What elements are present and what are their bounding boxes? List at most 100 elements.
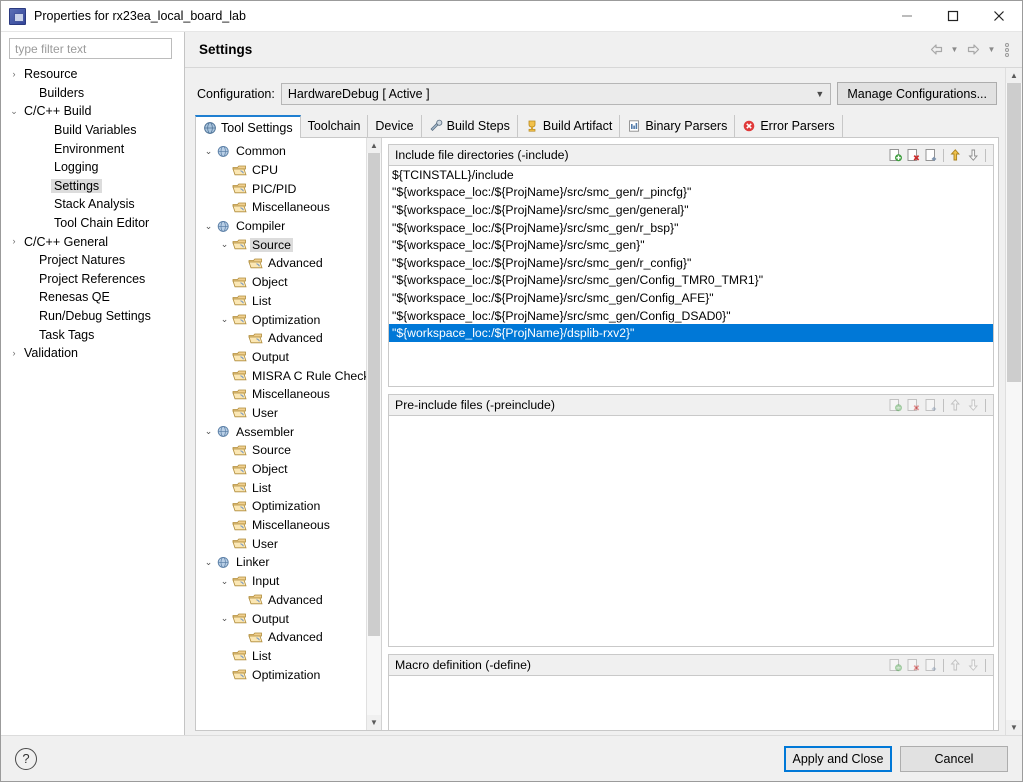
chevron-right-icon[interactable]: › (7, 69, 21, 79)
sidebar-item-stack-analysis[interactable]: Stack Analysis (1, 195, 184, 214)
page-scroll-down-icon[interactable]: ▼ (1006, 720, 1022, 735)
chevron-down-icon[interactable]: ⌄ (202, 146, 215, 157)
chevron-down-icon[interactable]: ⌄ (218, 314, 231, 325)
tool-tree-item-output[interactable]: Output (196, 348, 366, 367)
page-scroll-track[interactable] (1006, 83, 1022, 720)
sidebar-item-environment[interactable]: Environment (1, 139, 184, 158)
help-icon[interactable]: ? (15, 747, 37, 770)
apply-and-close-button[interactable]: Apply and Close (784, 745, 892, 772)
list-item[interactable]: ${TCINSTALL}/include (389, 166, 993, 184)
chevron-down-icon[interactable]: ⌄ (218, 239, 231, 250)
list-item[interactable]: "${workspace_loc:/${ProjName}/src/smc_ge… (389, 289, 993, 307)
scroll-down-icon[interactable]: ▼ (367, 715, 381, 730)
chevron-right-icon[interactable]: › (7, 237, 21, 246)
tool-tree-item-assembler[interactable]: ⌄ Assembler (196, 422, 366, 441)
add-icon[interactable] (888, 148, 903, 162)
tool-tree-item-advanced[interactable]: Advanced (196, 591, 366, 610)
sidebar-item-validation[interactable]: › Validation (1, 344, 184, 363)
tool-tree-item-source[interactable]: ⌄ Source (196, 235, 366, 254)
sidebar-item-logging[interactable]: Logging (1, 158, 184, 177)
tool-tree-item-list[interactable]: List (196, 478, 366, 497)
tool-tree-scrollbar[interactable]: ▲ ▼ (366, 138, 381, 730)
tool-tree-item-miscellaneous[interactable]: Miscellaneous (196, 198, 366, 217)
cancel-button[interactable]: Cancel (900, 745, 1008, 772)
close-button[interactable] (976, 1, 1022, 32)
option-list[interactable] (388, 416, 994, 647)
list-item[interactable]: "${workspace_loc:/${ProjName}/src/smc_ge… (389, 236, 993, 254)
option-list[interactable] (388, 676, 994, 730)
sidebar-item-renesas-qe[interactable]: Renesas QE (1, 288, 184, 307)
tool-tree-item-user[interactable]: User (196, 534, 366, 553)
tool-tree-item-miscellaneous[interactable]: Miscellaneous (196, 385, 366, 404)
tab-toolchain[interactable]: Toolchain (301, 115, 369, 137)
chevron-down-icon[interactable]: ⌄ (202, 221, 215, 232)
sidebar-item-run-debug-settings[interactable]: Run/Debug Settings (1, 307, 184, 326)
tool-tree-item-list[interactable]: List (196, 647, 366, 666)
list-item[interactable]: "${workspace_loc:/${ProjName}/src/smc_ge… (389, 201, 993, 219)
tool-tree-item-compiler[interactable]: ⌄ Compiler (196, 217, 366, 236)
sidebar-item-project-references[interactable]: Project References (1, 270, 184, 289)
chevron-down-icon[interactable]: ⌄ (218, 613, 231, 624)
page-scroll-up-icon[interactable]: ▲ (1006, 68, 1022, 83)
tool-tree[interactable]: ⌄ Common CPU PIC/PID Miscellaneous ⌄ Compiler ⌄… (196, 138, 366, 730)
sidebar-item-project-natures[interactable]: Project Natures (1, 251, 184, 270)
tab-binary-parsers[interactable]: Binary Parsers (620, 115, 736, 137)
list-item[interactable]: "${workspace_loc:/${ProjName}/src/smc_ge… (389, 219, 993, 237)
back-arrow-icon[interactable] (926, 40, 946, 60)
chevron-down-icon[interactable]: ⌄ (202, 557, 215, 568)
tool-tree-item-optimization[interactable]: Optimization (196, 665, 366, 684)
sidebar-item-builders[interactable]: Builders (1, 84, 184, 103)
minimize-button[interactable] (884, 1, 930, 32)
tool-tree-item-object[interactable]: Object (196, 273, 366, 292)
maximize-button[interactable] (930, 1, 976, 32)
forward-arrow-icon[interactable] (963, 40, 983, 60)
tool-tree-item-source[interactable]: Source (196, 441, 366, 460)
tool-tree-item-misra-c-rule-check[interactable]: MISRA C Rule Check (196, 366, 366, 385)
search-input[interactable] (9, 38, 172, 59)
tool-tree-item-linker[interactable]: ⌄ Linker (196, 553, 366, 572)
scroll-track[interactable] (367, 153, 381, 715)
list-item[interactable]: "${workspace_loc:/${ProjName}/dsplib-rxv… (389, 324, 993, 342)
list-item[interactable]: "${workspace_loc:/${ProjName}/src/smc_ge… (389, 307, 993, 325)
tool-tree-item-optimization[interactable]: Optimization (196, 497, 366, 516)
tool-tree-item-list[interactable]: List (196, 292, 366, 311)
move-down-icon[interactable] (966, 148, 981, 162)
tool-tree-item-object[interactable]: Object (196, 460, 366, 479)
tool-tree-item-advanced[interactable]: Advanced (196, 628, 366, 647)
sidebar-item-c-c-build[interactable]: ⌄ C/C++ Build (1, 102, 184, 121)
page-scrollbar[interactable]: ▲ ▼ (1005, 68, 1022, 735)
view-menu-icon[interactable] (1000, 40, 1014, 60)
sidebar-item-task-tags[interactable]: Task Tags (1, 325, 184, 344)
tool-tree-item-cpu[interactable]: CPU (196, 161, 366, 180)
forward-history-chevron-down-icon[interactable]: ▼ (985, 40, 998, 60)
tool-tree-item-user[interactable]: User (196, 404, 366, 423)
sidebar-item-tool-chain-editor[interactable]: Tool Chain Editor (1, 214, 184, 233)
tool-tree-item-advanced[interactable]: Advanced (196, 329, 366, 348)
tab-bar[interactable]: Tool Settings Toolchain Device Build Steps B… (195, 115, 999, 138)
sidebar-item-resource[interactable]: › Resource (1, 65, 184, 84)
tool-tree-item-advanced[interactable]: Advanced (196, 254, 366, 273)
list-item[interactable]: "${workspace_loc:/${ProjName}/src/smc_ge… (389, 254, 993, 272)
list-item[interactable]: "${workspace_loc:/${ProjName}/src/smc_ge… (389, 272, 993, 290)
page-scroll-thumb[interactable] (1007, 83, 1021, 383)
tool-tree-item-miscellaneous[interactable]: Miscellaneous (196, 516, 366, 535)
tool-tree-item-input[interactable]: ⌄ Input (196, 572, 366, 591)
sidebar-item-build-variables[interactable]: Build Variables (1, 121, 184, 140)
edit-icon[interactable] (924, 148, 939, 162)
tool-tree-item-output[interactable]: ⌄ Output (196, 609, 366, 628)
delete-icon[interactable] (906, 148, 921, 162)
tab-error-parsers[interactable]: Error Parsers (735, 115, 843, 137)
scroll-up-icon[interactable]: ▲ (367, 138, 381, 153)
move-up-icon[interactable] (948, 148, 963, 162)
tool-tree-item-common[interactable]: ⌄ Common (196, 142, 366, 161)
manage-configurations-button[interactable]: Manage Configurations... (837, 82, 997, 105)
chevron-down-icon[interactable]: ⌄ (218, 576, 231, 587)
sidebar-item-settings[interactable]: Settings (1, 177, 184, 196)
tab-device[interactable]: Device (368, 115, 422, 137)
back-history-chevron-down-icon[interactable]: ▼ (948, 40, 961, 60)
chevron-right-icon[interactable]: › (7, 348, 21, 358)
tab-build-artifact[interactable]: Build Artifact (518, 115, 621, 137)
settings-tree[interactable]: › Resource Builders ⌄ C/C++ Build Build Varia… (1, 63, 184, 735)
configuration-select[interactable]: HardwareDebug [ Active ] ▼ (280, 82, 832, 105)
tab-build-steps[interactable]: Build Steps (422, 115, 518, 137)
